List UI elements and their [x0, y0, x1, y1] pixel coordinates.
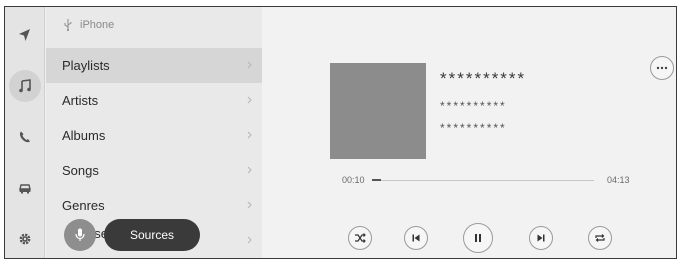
chevron-right-icon [247, 166, 252, 174]
repeat-icon [595, 234, 605, 242]
list-item-label: Genres [62, 198, 105, 213]
total-time: 04:13 [607, 175, 630, 185]
source-name: iPhone [80, 19, 115, 31]
repeat-button[interactable] [588, 226, 612, 250]
vehicle-button[interactable] [9, 172, 41, 204]
sources-button[interactable]: Sources [104, 219, 200, 251]
progress-fill [372, 179, 381, 181]
navigation-button[interactable] [9, 19, 41, 51]
voice-button[interactable] [64, 219, 96, 251]
usb-icon [64, 19, 72, 31]
next-button[interactable] [529, 226, 553, 250]
chevron-right-icon [247, 131, 252, 139]
gear-icon [19, 233, 31, 245]
progress-bar[interactable] [372, 179, 594, 181]
play-pause-button[interactable] [463, 223, 493, 253]
list-item-artists[interactable]: Artists [46, 83, 262, 118]
more-horizontal-icon [656, 66, 668, 70]
elapsed-time: 00:10 [342, 175, 365, 185]
list-item-label: Songs [62, 163, 99, 178]
music-note-icon [19, 79, 31, 93]
track-album: ********** [440, 121, 507, 135]
list-item-playlists[interactable]: Playlists [46, 48, 262, 83]
chevron-right-icon [247, 61, 252, 69]
media-button[interactable] [9, 70, 41, 102]
list-item-albums[interactable]: Albums [46, 118, 262, 153]
previous-icon [412, 234, 420, 242]
previous-button[interactable] [404, 226, 428, 250]
side-rail [5, 7, 45, 258]
source-header: iPhone [64, 16, 114, 34]
next-icon [537, 234, 545, 242]
track-title: ********** [440, 69, 527, 88]
list-item-label: Playlists [62, 58, 110, 73]
media-screen: iPhone Playlists Artists Albums Songs Ge… [4, 6, 677, 259]
chevron-right-icon [247, 96, 252, 104]
now-playing-panel: ********** ********** ********** 00:10 0… [262, 7, 676, 258]
settings-button[interactable] [9, 223, 41, 255]
list-item-label: Albums [62, 128, 106, 143]
album-art [330, 63, 426, 159]
chevron-right-icon [247, 236, 252, 244]
pause-icon [475, 234, 481, 242]
track-artist: ********** [440, 99, 507, 113]
chevron-right-icon [247, 201, 252, 209]
phone-button[interactable] [9, 121, 41, 153]
more-options-button[interactable] [650, 56, 674, 80]
list-item-genres[interactable]: Genres [46, 188, 262, 223]
microphone-icon [75, 228, 85, 241]
phone-icon [19, 131, 30, 143]
navigation-arrow-icon [19, 29, 30, 41]
shuffle-button[interactable] [348, 226, 372, 250]
list-item-label: Artists [62, 93, 99, 108]
list-item-songs[interactable]: Songs [46, 153, 262, 188]
shuffle-icon [355, 233, 366, 243]
car-icon [19, 184, 31, 194]
